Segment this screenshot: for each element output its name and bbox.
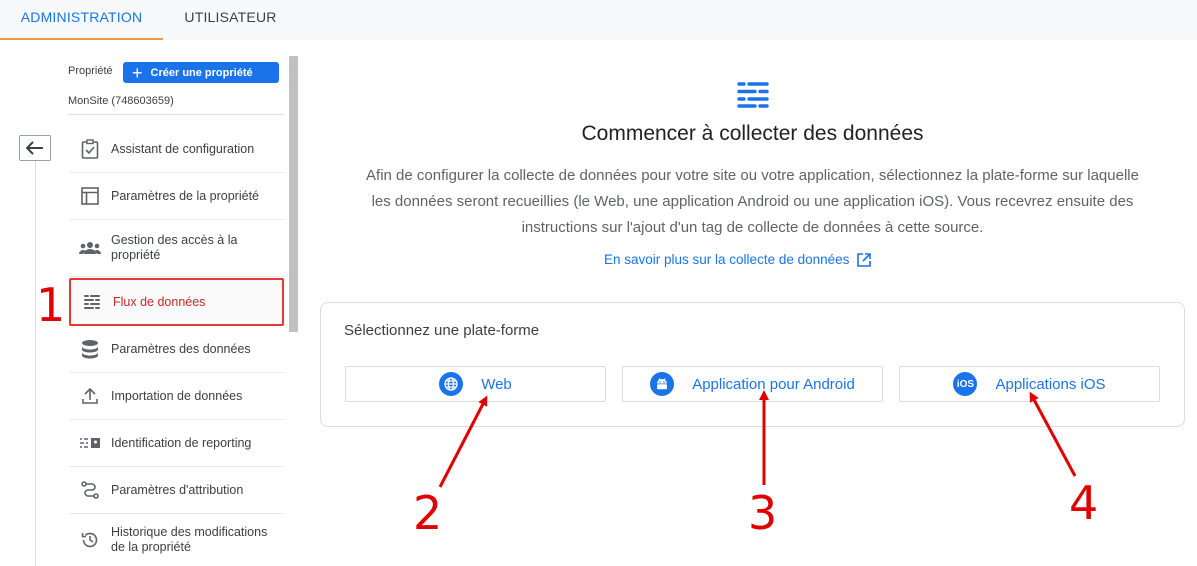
people-icon [69, 241, 111, 255]
data-streams-icon [737, 81, 769, 114]
attribution-icon [69, 481, 111, 499]
sidebar-item-label: Importation de données [111, 388, 243, 403]
platform-section-title: Sélectionnez une plate-forme [344, 322, 540, 339]
sidebar-item-reporting-identity[interactable]: Identification de reporting [69, 420, 284, 467]
tab-administration[interactable]: ADMINISTRATION [0, 0, 163, 40]
sidebar-item-setup-assistant[interactable]: Assistant de configuration [69, 126, 284, 173]
sidebar-item-label: Paramètres des données [111, 341, 251, 356]
sidebar-item-label: Paramètres de la propriété [111, 188, 259, 203]
sidebar-scrollbar[interactable] [289, 56, 298, 332]
learn-more-label: En savoir plus sur la collecte de donnée… [604, 252, 850, 267]
sidebar-item-label: Historique des modifications de la propr… [111, 525, 268, 554]
sidebar-item-label: Paramètres d'attribution [111, 482, 244, 497]
plus-icon: + [132, 62, 143, 83]
arrow-left-icon [26, 141, 43, 155]
open-in-new-icon [857, 252, 872, 267]
layout-icon [69, 187, 111, 205]
tab-utilisateur[interactable]: UTILISATEUR [163, 0, 298, 40]
annotation-number-4: 4 [1069, 476, 1099, 530]
ios-icon: iOS [953, 372, 978, 396]
ios-platform-button[interactable]: iOS Applications iOS [899, 366, 1160, 402]
learn-more-link[interactable]: En savoir plus sur la collecte de donnée… [604, 252, 872, 267]
android-icon [650, 372, 675, 396]
android-platform-button[interactable]: Application pour Android [622, 366, 883, 402]
property-selector[interactable]: MonSite (748603659) [68, 95, 174, 107]
sidebar-item-label: Assistant de configuration [111, 141, 255, 156]
android-platform-label: Application pour Android [692, 375, 855, 393]
platform-card [320, 302, 1185, 427]
annotation-number-3: 3 [748, 486, 778, 540]
property-label: Propriété [68, 65, 113, 77]
sidebar-item-property-settings[interactable]: Paramètres de la propriété [69, 173, 284, 220]
page-description: Afin de configurer la collecte de donnée… [366, 167, 1139, 236]
top-tab-bar: ADMINISTRATION UTILISATEUR [0, 0, 1197, 40]
page-title: Commencer à collecter des données [581, 122, 924, 145]
ios-platform-label: Applications iOS [995, 375, 1106, 393]
sidebar-item-label: Flux de données [113, 294, 206, 309]
divider [68, 114, 284, 115]
sidebar-item-change-history[interactable]: Historique des modifications de la propr… [69, 514, 284, 566]
back-button[interactable] [19, 135, 51, 161]
sidebar-item-access-management[interactable]: Gestion des accès à la propriété [69, 220, 284, 277]
history-icon [69, 531, 111, 549]
sidebar-rail [35, 161, 36, 566]
reporting-id-icon [69, 437, 111, 449]
web-platform-button[interactable]: Web [345, 366, 606, 402]
sidebar-item-data-streams[interactable]: Flux de données [69, 278, 284, 326]
create-property-button[interactable]: + Créer une propriété [123, 62, 279, 83]
checklist-icon [69, 139, 111, 159]
data-streams-icon [71, 294, 113, 310]
sidebar-item-attribution-settings[interactable]: Paramètres d'attribution [69, 467, 284, 514]
upload-icon [69, 387, 111, 405]
annotation-number-1: 1 [36, 278, 66, 332]
sidebar-item-data-settings[interactable]: Paramètres des données [69, 326, 284, 373]
web-platform-label: Web [481, 375, 512, 393]
globe-icon [439, 372, 464, 396]
create-property-label: Créer une propriété [150, 66, 253, 79]
database-icon [69, 339, 111, 359]
sidebar-item-data-import[interactable]: Importation de données [69, 373, 284, 420]
sidebar-item-label: Gestion des accès à la propriété [111, 233, 238, 262]
sidebar-item-label: Identification de reporting [111, 435, 252, 450]
annotation-number-2: 2 [413, 486, 443, 540]
